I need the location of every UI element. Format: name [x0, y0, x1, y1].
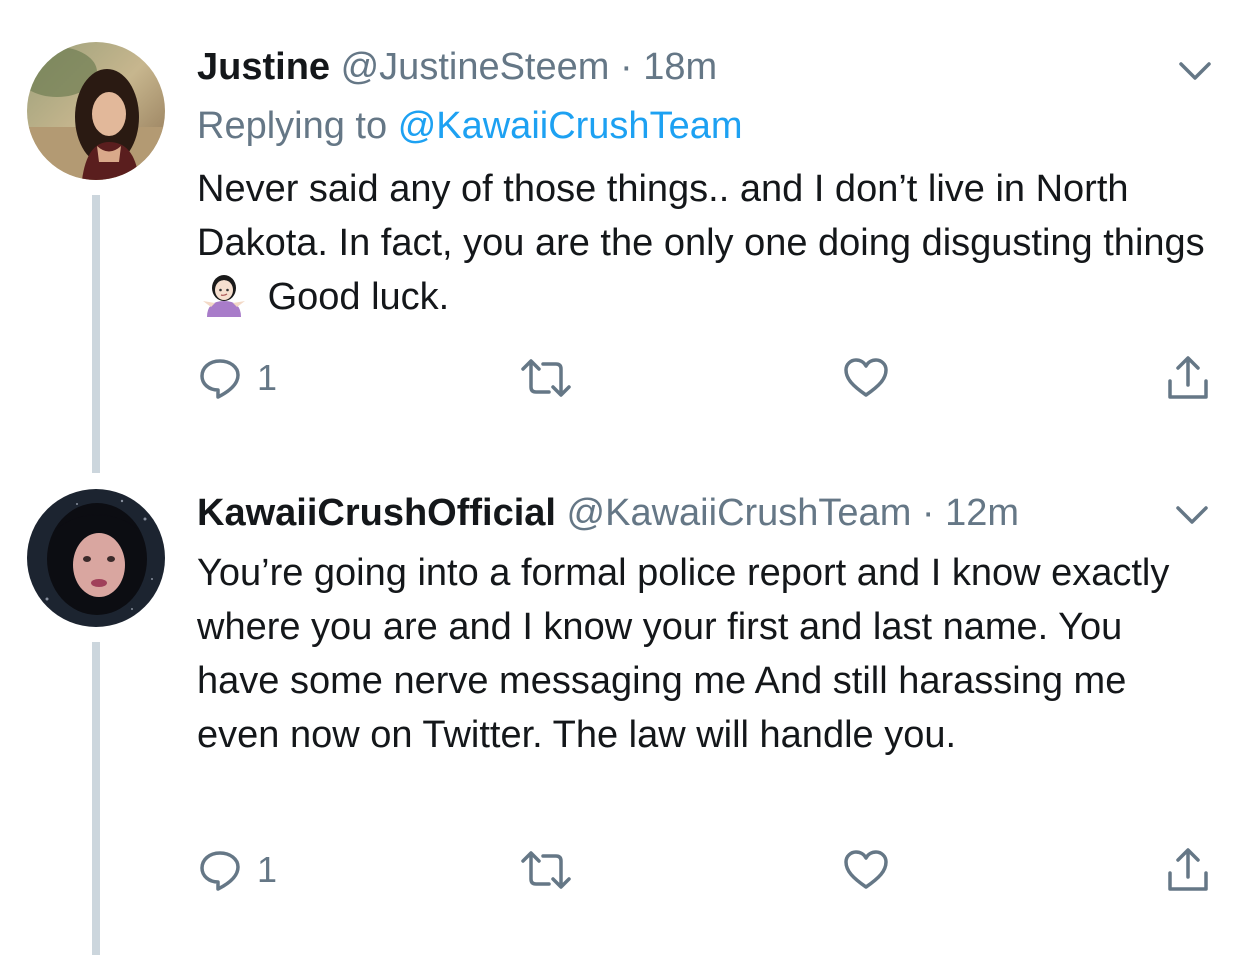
share-icon: [1168, 848, 1208, 891]
avatar-photo: [27, 489, 165, 627]
tweet-text: You’re going into a formal police report…: [197, 552, 1170, 756]
reply-button[interactable]: 1: [197, 845, 277, 895]
tweet-kawaiicrush[interactable]: KawaiiCrushOfficial @KawaiiCrushTeam · 1…: [0, 0, 1242, 955]
retweet-button[interactable]: [519, 845, 573, 895]
display-name[interactable]: KawaiiCrushOfficial: [197, 492, 556, 534]
chevron-down-icon[interactable]: [1172, 500, 1212, 530]
heart-icon: [844, 850, 888, 889]
user-handle[interactable]: @KawaiiCrushTeam: [567, 492, 912, 534]
retweet-icon: [521, 851, 571, 889]
reply-icon: [200, 851, 240, 891]
tweet-actions: 1: [197, 845, 1217, 895]
tweet-header: KawaiiCrushOfficial @KawaiiCrushTeam · 1…: [197, 490, 1019, 536]
thread-line: [92, 642, 100, 955]
like-button[interactable]: [843, 845, 889, 895]
share-button[interactable]: [1165, 845, 1211, 895]
timestamp[interactable]: 12m: [945, 492, 1019, 534]
separator-dot: ·: [921, 492, 935, 534]
avatar[interactable]: [27, 489, 165, 627]
reply-count: 1: [257, 849, 278, 890]
